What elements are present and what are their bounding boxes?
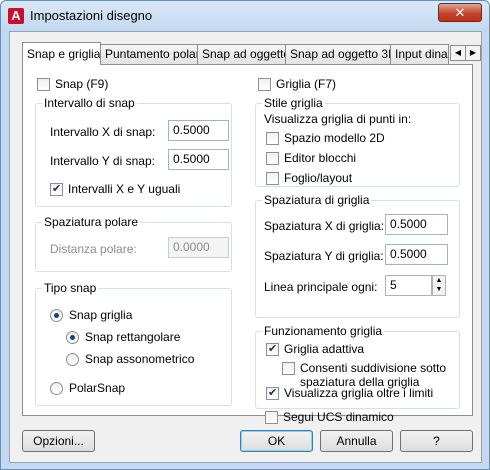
- snap-grid-panel: Snap (F9) Intervallo di snap Intervallo …: [22, 64, 473, 424]
- grid-snap-radio-row[interactable]: Snap griglia: [50, 308, 132, 322]
- rectangular-snap-radio[interactable]: [66, 330, 79, 344]
- grid-spacing-title: Spaziatura di griglia: [262, 193, 372, 207]
- rectangular-snap-radio-row[interactable]: Snap rettangolare: [66, 330, 180, 344]
- polar-distance-label: Distanza polare:: [50, 242, 137, 256]
- snap-y-input[interactable]: 0.5000: [168, 149, 229, 170]
- polar-snap-radio-row[interactable]: PolarSnap: [50, 381, 125, 395]
- major-line-spinner[interactable]: ▲ ▼: [432, 275, 446, 296]
- dynamic-ucs-row[interactable]: Segui UCS dinamico: [265, 410, 394, 424]
- equal-intervals-label: Intervalli X e Y uguali: [68, 182, 181, 196]
- model-2d-label: Spazio modello 2D: [284, 131, 385, 145]
- rectangular-snap-label: Snap rettangolare: [85, 330, 181, 344]
- subdivision-label: Consenti suddivisione sotto spaziatura d…: [300, 361, 446, 389]
- polar-snap-label: PolarSnap: [69, 381, 126, 395]
- tab-polar-tracking[interactable]: Puntamento polare: [100, 44, 198, 64]
- equal-intervals-row[interactable]: Intervalli X e Y uguali: [50, 182, 180, 196]
- ok-button[interactable]: OK: [240, 430, 313, 452]
- dynamic-ucs-label: Segui UCS dinamico: [283, 410, 394, 424]
- grid-y-input[interactable]: 0.5000: [385, 244, 448, 265]
- subdivision-row[interactable]: Consenti suddivisione sotto spaziatura d…: [282, 361, 446, 389]
- snap-checkbox[interactable]: [37, 77, 50, 91]
- autocad-logo-icon: A: [8, 8, 24, 24]
- snap-x-input[interactable]: 0.5000: [168, 120, 229, 141]
- grid-checkbox[interactable]: [258, 77, 271, 91]
- grid-checkbox-row[interactable]: Griglia (F7): [258, 77, 336, 91]
- dynamic-ucs-checkbox[interactable]: [265, 410, 278, 424]
- snap-x-label: Intervallo X di snap:: [50, 125, 156, 139]
- block-editor-row[interactable]: Editor blocchi: [266, 151, 356, 165]
- snap-interval-title: Intervallo di snap: [42, 96, 137, 110]
- polar-distance-input[interactable]: 0.0000: [168, 237, 229, 258]
- grid-x-label: Spaziatura X di griglia:: [264, 219, 385, 233]
- grid-x-input[interactable]: 0.5000: [385, 214, 448, 235]
- snap-y-label: Intervallo Y di snap:: [50, 154, 155, 168]
- close-button[interactable]: ✕: [438, 3, 482, 22]
- polar-snap-radio[interactable]: [50, 381, 63, 395]
- beyond-limits-label: Visualizza griglia oltre i limiti: [284, 386, 434, 400]
- beyond-limits-row[interactable]: Visualizza griglia oltre i limiti: [266, 386, 433, 400]
- subdivision-checkbox[interactable]: [282, 362, 295, 375]
- grid-label: Griglia (F7): [276, 77, 337, 91]
- subdivision-label-line1: Consenti suddivisione sotto: [300, 361, 447, 375]
- tab-dynamic-input[interactable]: Input dina: [390, 44, 449, 64]
- grid-spacing-group: Spaziatura di griglia Spaziatura X di gr…: [255, 193, 460, 318]
- adaptive-grid-checkbox[interactable]: [266, 342, 279, 356]
- snap-interval-group: Intervallo di snap Intervallo X di snap:…: [35, 96, 232, 207]
- cancel-button[interactable]: Annulla: [320, 430, 393, 452]
- spin-up-icon[interactable]: ▲: [433, 276, 445, 285]
- snap-type-group: Tipo snap Snap griglia Snap rettangolare…: [35, 281, 232, 406]
- polar-spacing-group: Spaziatura polare Distanza polare: 0.000…: [35, 215, 232, 272]
- isometric-snap-label: Snap assonometrico: [85, 352, 195, 366]
- dialog-window: A Impostazioni disegno ✕ Snap e griglia …: [0, 0, 490, 470]
- polar-spacing-title: Spaziatura polare: [42, 215, 141, 229]
- grid-behavior-title: Funzionamento griglia: [262, 324, 385, 338]
- major-line-input[interactable]: 5: [385, 275, 432, 296]
- tab-object-snap[interactable]: Snap ad oggetto: [197, 44, 286, 64]
- grid-snap-label: Snap griglia: [69, 308, 133, 322]
- sheet-layout-row[interactable]: Foglio/layout: [266, 171, 352, 185]
- snap-checkbox-row[interactable]: Snap (F9): [37, 77, 108, 91]
- model-2d-row[interactable]: Spazio modello 2D: [266, 131, 385, 145]
- isometric-snap-radio[interactable]: [66, 352, 79, 366]
- tab-scroll-left-icon[interactable]: ◀: [450, 45, 466, 61]
- adaptive-grid-label: Griglia adattiva: [284, 342, 365, 356]
- grid-y-label: Spaziatura Y di griglia:: [264, 249, 384, 263]
- dialog-title: Impostazioni disegno: [30, 8, 153, 23]
- block-editor-label: Editor blocchi: [284, 151, 357, 165]
- snap-type-title: Tipo snap: [42, 281, 99, 295]
- title-bar: A Impostazioni disegno ✕: [1, 1, 489, 31]
- major-line-label: Linea principale ogni:: [264, 280, 378, 294]
- grid-style-title: Stile griglia: [262, 96, 325, 110]
- sheet-layout-label: Foglio/layout: [284, 171, 353, 185]
- spin-down-icon[interactable]: ▼: [433, 285, 445, 294]
- snap-label: Snap (F9): [55, 77, 109, 91]
- tab-snap-and-grid[interactable]: Snap e griglia: [22, 42, 101, 65]
- tab-3d-object-snap[interactable]: Snap ad oggetto 3D: [285, 44, 391, 64]
- adaptive-grid-row[interactable]: Griglia adattiva: [266, 342, 364, 356]
- block-editor-checkbox[interactable]: [266, 151, 279, 165]
- sheet-layout-checkbox[interactable]: [266, 171, 279, 185]
- help-button[interactable]: ?: [400, 430, 473, 452]
- grid-behavior-group: Funzionamento griglia Griglia adattiva C…: [255, 324, 460, 409]
- options-button[interactable]: Opzioni...: [22, 430, 95, 452]
- dialog-client-area: Snap e griglia Puntamento polare Snap ad…: [9, 31, 482, 463]
- grid-style-group: Stile griglia Visualizza griglia di punt…: [255, 96, 460, 187]
- tab-scroll-right-icon[interactable]: ▶: [465, 45, 481, 61]
- grid-snap-radio[interactable]: [50, 308, 63, 322]
- equal-intervals-checkbox[interactable]: [50, 182, 63, 196]
- model-2d-checkbox[interactable]: [266, 131, 279, 145]
- beyond-limits-checkbox[interactable]: [266, 386, 279, 400]
- grid-style-caption: Visualizza griglia di punti in:: [264, 112, 412, 126]
- isometric-snap-radio-row[interactable]: Snap assonometrico: [66, 352, 194, 366]
